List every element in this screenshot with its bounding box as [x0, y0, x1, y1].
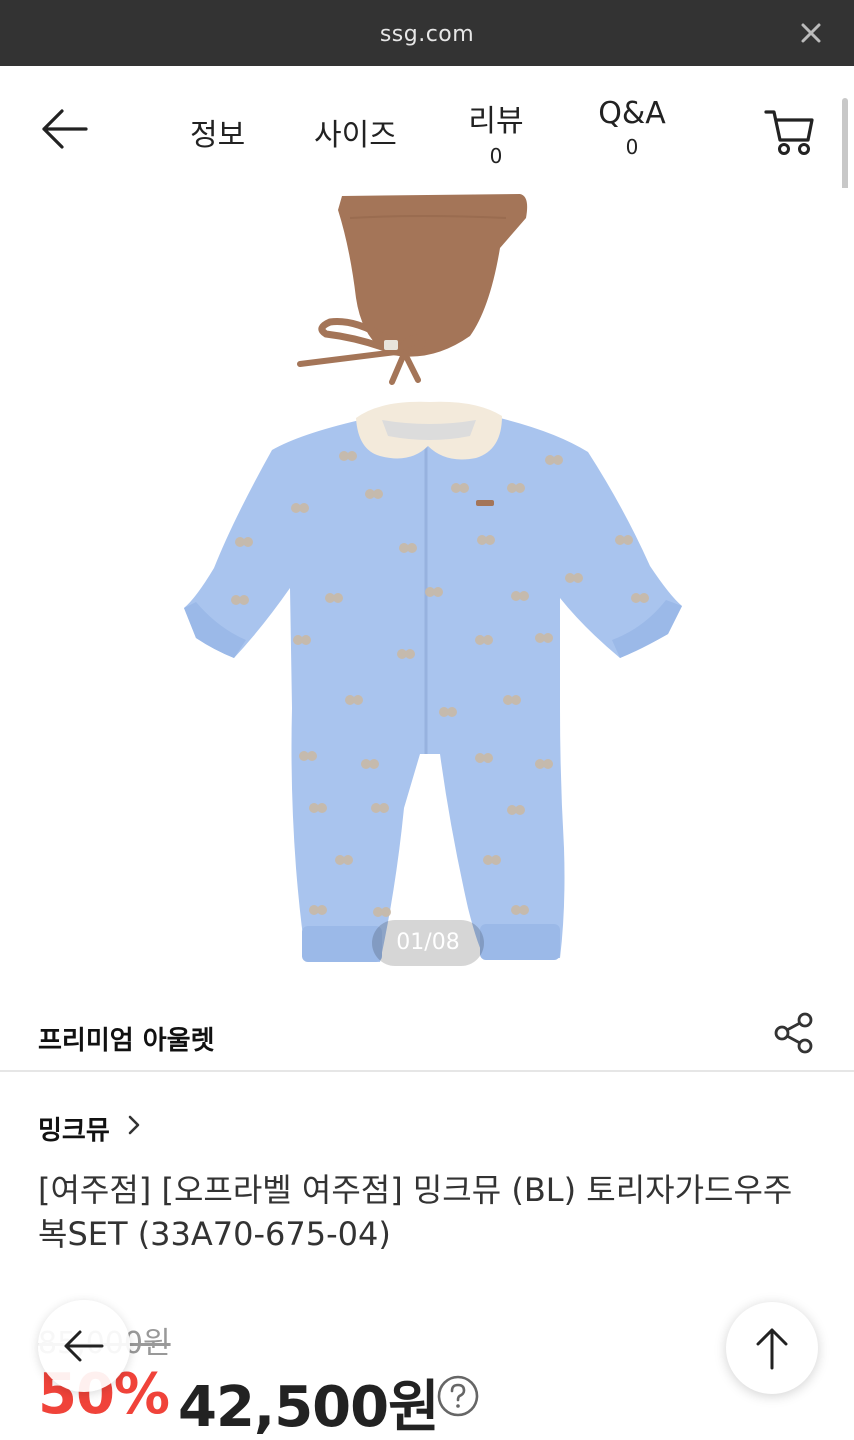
- bonnet-illustration: [297, 194, 528, 385]
- tab-review[interactable]: 리뷰 0: [464, 96, 528, 168]
- store-name[interactable]: 프리미엄 아울렛: [38, 1020, 215, 1057]
- sale-price: 42,500원: [178, 1375, 440, 1440]
- cart-icon[interactable]: [762, 106, 818, 158]
- close-icon[interactable]: [798, 20, 824, 46]
- arrow-left-icon: [64, 1330, 104, 1362]
- product-tab-bar: 정보 사이즈 리뷰 0 Q&A 0: [0, 66, 854, 188]
- chevron-right-icon[interactable]: [124, 1112, 144, 1138]
- product-title: [여주점] [오프라벨 여주점] 밍크뮤 (BL) 토리자가드우주복SET (3…: [38, 1171, 793, 1253]
- tab-size[interactable]: 사이즈: [314, 110, 397, 154]
- help-icon[interactable]: [436, 1374, 480, 1418]
- browser-url-bar: ssg.com: [0, 0, 854, 66]
- floating-back-button[interactable]: [38, 1300, 130, 1392]
- romper-illustration: [184, 401, 682, 962]
- scroll-to-top-button[interactable]: [726, 1302, 818, 1394]
- arrow-up-icon: [756, 1328, 788, 1370]
- arrow-left-icon[interactable]: [36, 104, 92, 154]
- tab-size-label: 사이즈: [314, 118, 397, 153]
- url-text: ssg.com: [379, 22, 475, 47]
- tab-qa-label: Q&A: [598, 96, 666, 131]
- share-icon[interactable]: [772, 1010, 816, 1056]
- tab-info-label: 정보: [190, 118, 246, 153]
- review-count: 0: [489, 144, 503, 168]
- brand-link[interactable]: 밍크뮤: [38, 1110, 110, 1147]
- tab-review-label: 리뷰: [468, 104, 524, 139]
- product-image-gallery[interactable]: 01/08: [0, 188, 854, 988]
- image-pager: 01/08: [372, 920, 484, 966]
- product-image: [184, 194, 682, 962]
- tab-qa[interactable]: Q&A 0: [594, 96, 670, 159]
- tab-info[interactable]: 정보: [190, 110, 245, 154]
- qa-count: 0: [625, 135, 639, 159]
- store-row: 프리미엄 아울렛: [0, 1000, 854, 1072]
